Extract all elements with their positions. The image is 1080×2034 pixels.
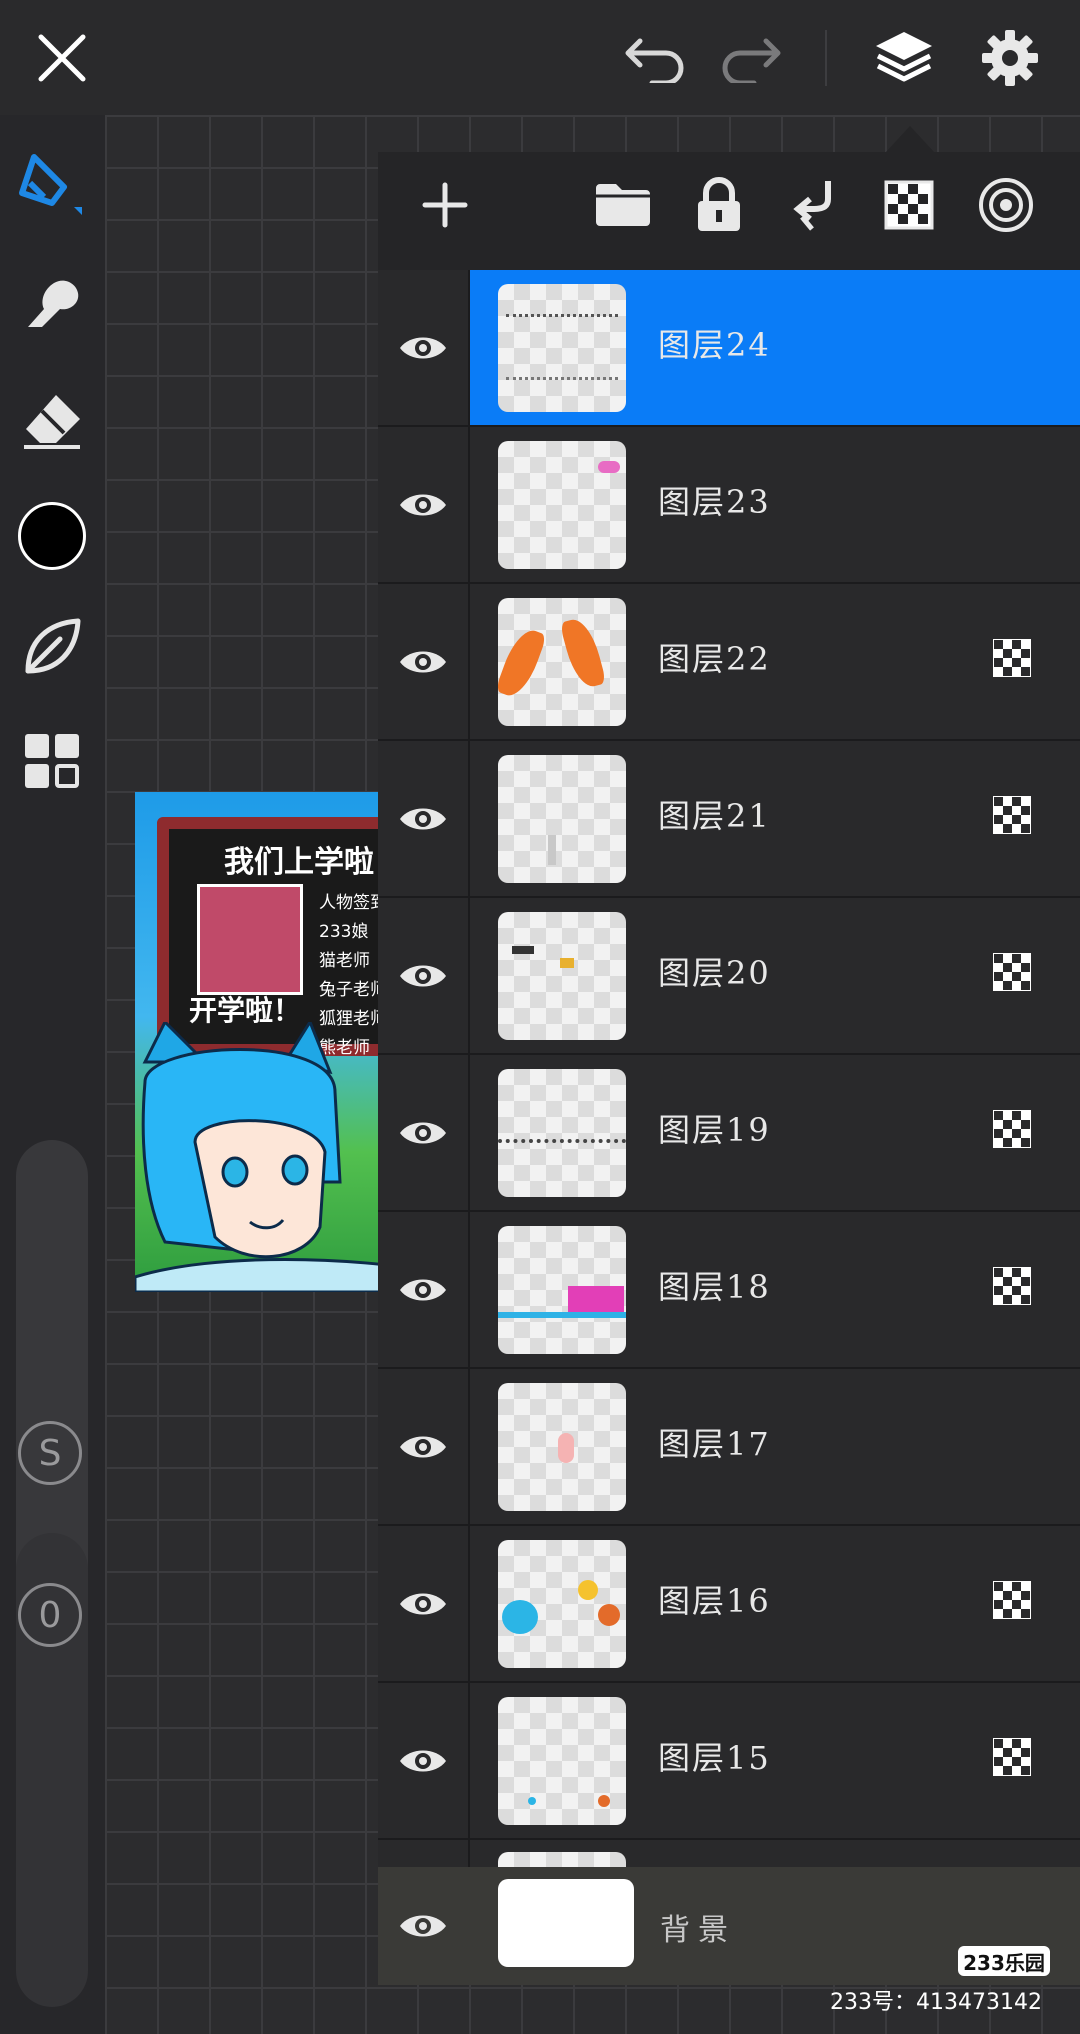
layer-row[interactable]: 图层21 (378, 741, 1080, 898)
layer-main[interactable]: 图层19 (470, 1055, 1080, 1210)
lock-icon[interactable] (688, 174, 750, 236)
divider (825, 30, 827, 86)
eye-icon[interactable] (378, 270, 470, 425)
layer-row[interactable]: 图层23 (378, 427, 1080, 584)
watermark-badge: 233乐园 (958, 1946, 1050, 1976)
layer-name: 图层19 (658, 1111, 771, 1149)
eye-icon[interactable] (378, 1055, 470, 1210)
layer-name: 图层24 (658, 326, 771, 364)
eye-icon[interactable] (378, 898, 470, 1053)
layer-thumbnail (498, 1069, 626, 1197)
folder-icon[interactable] (592, 174, 654, 236)
settings-icon[interactable] (972, 20, 1048, 96)
layer-name: 图层21 (658, 797, 771, 835)
merge-down-icon[interactable] (782, 174, 844, 236)
layer-name: 图层23 (658, 483, 771, 521)
layers-panel: 图层24 图层23 图层22 图层21 图层20 图层19 图层18 图层17 图层16 图层15… (378, 152, 1080, 1985)
add-layer-icon[interactable] (414, 174, 476, 236)
layer-row[interactable]: 图层19 (378, 1055, 1080, 1212)
close-icon[interactable] (24, 20, 100, 96)
layer-thumbnail (498, 1540, 626, 1668)
watermark-id: 233号：413473142 (830, 1990, 1042, 2015)
top-bar (0, 0, 1080, 115)
layer-main[interactable]: 图层22 (470, 584, 1080, 739)
layer-row[interactable]: 图层22 (378, 584, 1080, 741)
layer-thumbnail (498, 912, 626, 1040)
panel-pointer (886, 126, 934, 152)
layer-thumbnail (498, 441, 626, 569)
layer-thumbnail (498, 284, 626, 412)
layer-name: 图层17 (658, 1425, 771, 1463)
layer-row[interactable]: 图层15 (378, 1683, 1080, 1840)
layer-name: 背景 (660, 1913, 736, 1948)
alpha-lock-icon[interactable] (878, 174, 940, 236)
pen-icon[interactable] (14, 147, 90, 223)
layer-row[interactable]: 图层18 (378, 1212, 1080, 1369)
layer-name: 图层15 (658, 1739, 771, 1777)
grid-icon[interactable] (14, 723, 90, 799)
eraser-icon[interactable] (14, 383, 90, 459)
layer-row[interactable]: 图层16 (378, 1526, 1080, 1683)
layer-main[interactable]: 图层21 (470, 741, 1080, 896)
leaf-icon[interactable] (14, 609, 90, 685)
layer-thumbnail (498, 755, 626, 883)
eye-icon[interactable] (378, 1683, 470, 1838)
layer-main[interactable]: 图层17 (470, 1369, 1080, 1524)
eye-icon[interactable] (378, 584, 470, 739)
eye-icon[interactable] (378, 427, 470, 582)
layer-row[interactable]: 图层17 (378, 1369, 1080, 1526)
alpha-lock-icon (992, 1266, 1032, 1306)
layers-icon[interactable] (866, 20, 942, 96)
eye-icon[interactable] (378, 741, 470, 896)
layer-name: 图层20 (658, 954, 771, 992)
layer-main[interactable]: 图层20 (470, 898, 1080, 1053)
layer-thumbnail (498, 1879, 634, 1967)
layer-main[interactable]: 图层23 (470, 427, 1080, 582)
layer-main[interactable]: 图层18 (470, 1212, 1080, 1367)
alpha-lock-icon (992, 1109, 1032, 1149)
layer-name: 图层18 (658, 1268, 771, 1306)
eye-icon[interactable] (378, 1369, 470, 1524)
layer-thumbnail (498, 1226, 626, 1354)
eye-icon[interactable] (378, 1867, 468, 1985)
layer-main[interactable]: 图层15 (470, 1683, 1080, 1838)
eye-icon[interactable] (378, 1212, 470, 1367)
smudge-icon[interactable] (14, 265, 90, 341)
layer-list[interactable]: 图层24 图层23 图层22 图层21 图层20 图层19 图层18 图层17 图层16 图层15 (378, 270, 1080, 1876)
layer-row[interactable]: 图层24 (378, 270, 1080, 427)
layer-name: 图层16 (658, 1582, 771, 1620)
layer-row[interactable]: 图层20 (378, 898, 1080, 1055)
layer-thumbnail (498, 1383, 626, 1511)
size-slider-handle[interactable]: S (18, 1421, 82, 1485)
alpha-lock-icon (992, 795, 1032, 835)
alpha-lock-icon (992, 952, 1032, 992)
opacity-slider[interactable]: 0 (16, 1533, 88, 2007)
layer-thumbnail (498, 1697, 626, 1825)
redo-icon[interactable] (712, 20, 788, 96)
board-title: 我们上学啦 (224, 845, 374, 880)
alpha-lock-icon (992, 638, 1032, 678)
layer-main[interactable]: 图层16 (470, 1526, 1080, 1681)
alpha-lock-icon (992, 1580, 1032, 1620)
opacity-slider-handle[interactable]: 0 (18, 1583, 82, 1647)
alpha-lock-icon (992, 1737, 1032, 1777)
target-icon[interactable] (975, 174, 1037, 236)
layer-main[interactable]: 图层24 (470, 270, 1080, 425)
color-swatch[interactable] (14, 498, 90, 574)
tool-sidebar: S 0 (0, 115, 105, 2034)
undo-icon[interactable] (618, 20, 694, 96)
board-photo (197, 884, 303, 995)
eye-icon[interactable] (378, 1526, 470, 1681)
layer-thumbnail (498, 598, 626, 726)
layer-name: 图层22 (658, 640, 771, 678)
